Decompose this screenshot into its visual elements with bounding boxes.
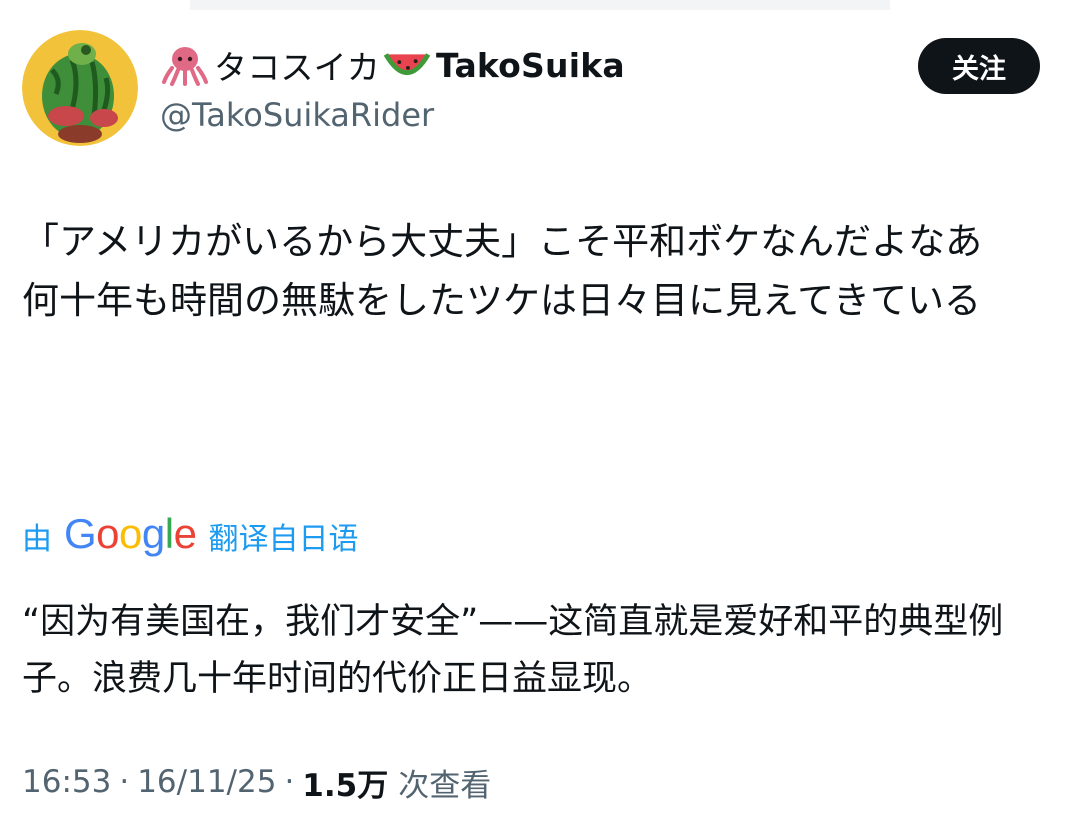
post-time[interactable]: 16:53 <box>22 764 111 800</box>
translated-paragraph: “因为有美国在，我们才安全”——这简直就是爱好和平的典型例子。浪费几十年时间的代… <box>22 602 1004 699</box>
tweet-body: 「アメリカがいるから大丈夫」こそ平和ボケなんだよなあ 何十年も時間の無駄をしたツ… <box>22 212 1052 330</box>
meta-separator: · <box>284 764 295 800</box>
display-name-jp: タコスイカ <box>214 48 380 87</box>
watermelon-icon <box>382 44 434 86</box>
octopus-icon <box>160 44 210 86</box>
translate-attribution[interactable]: 由 Google 翻译自日语 <box>22 508 358 564</box>
tweet-meta: 16:53 · 16/11/25 · 1.5万 次查看 <box>22 756 491 808</box>
view-count: 1.5万 <box>302 767 389 804</box>
follow-button[interactable]: 关注 <box>918 38 1040 94</box>
avatar[interactable] <box>22 30 138 146</box>
post-date[interactable]: 16/11/25 <box>137 764 276 800</box>
tweet-line: 何十年も時間の無駄をしたツケは日々目に見えてきている <box>22 279 982 322</box>
display-name-en: TakoSuika <box>436 45 625 85</box>
display-name-row[interactable]: タコスイカ TakoSuika <box>160 36 1040 94</box>
tweet-header: タコスイカ TakoSuika @TakoSuikaRider <box>160 36 1040 136</box>
translate-suffix: 翻译自日语 <box>208 522 359 557</box>
watermelon-character-icon <box>22 30 138 146</box>
top-scroll-edge <box>190 0 890 10</box>
tweet-line: 「アメリカがいるから大丈夫」こそ平和ボケなんだよなあ <box>22 220 983 263</box>
view-label: 次查看 <box>398 767 492 804</box>
user-handle[interactable]: @TakoSuikaRider <box>160 96 1040 134</box>
translate-prefix: 由 <box>22 522 52 557</box>
google-logo: Google <box>64 510 197 557</box>
translated-body: “因为有美国在，我们才安全”——这简直就是爱好和平的典型例子。浪费几十年时间的代… <box>22 594 1062 708</box>
meta-separator: · <box>119 764 130 800</box>
